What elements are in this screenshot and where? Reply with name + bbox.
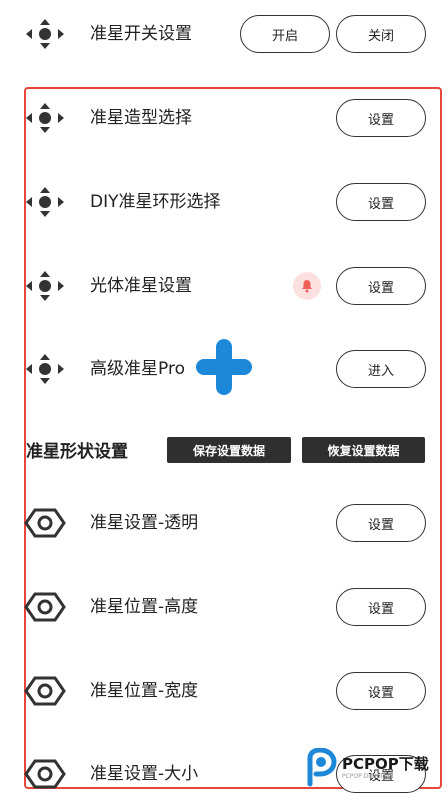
position-height-settings-button[interactable]: 设置 <box>336 588 426 626</box>
list-item: 准星位置-宽度 设置 <box>0 661 448 721</box>
advanced-crosshair-enter-button[interactable]: 进入 <box>336 350 426 388</box>
list-item: 准星造型选择 设置 <box>0 88 448 148</box>
watermark-sub: PCPOP Download <box>342 773 394 780</box>
crosshair-toggle-row: 准星开关设置 开启 关闭 <box>0 4 448 64</box>
transparency-settings-button[interactable]: 设置 <box>336 504 426 542</box>
move-arrows-icon <box>26 187 64 217</box>
light-crosshair-settings-button[interactable]: 设置 <box>336 267 426 305</box>
light-crosshair-label: 光体准星设置 <box>90 276 192 296</box>
save-settings-button[interactable]: 保存设置数据 <box>167 437 291 463</box>
crosshair-style-settings-button[interactable]: 设置 <box>336 99 426 137</box>
list-item: DIY准星环形选择 设置 <box>0 172 448 232</box>
list-item: 光体准星设置 设置 <box>0 256 448 316</box>
diy-ring-label: DIY准星环形选择 <box>90 192 221 212</box>
restore-settings-button[interactable]: 恢复设置数据 <box>302 437 425 463</box>
move-arrows-icon <box>26 354 64 384</box>
enable-button[interactable]: 开启 <box>240 15 330 53</box>
hex-nut-icon <box>24 592 66 622</box>
diy-ring-settings-button[interactable]: 设置 <box>336 183 426 221</box>
list-item: 准星设置-透明 设置 <box>0 493 448 553</box>
move-arrows-icon <box>26 103 64 133</box>
disable-button[interactable]: 关闭 <box>336 15 426 53</box>
bell-icon <box>302 280 312 293</box>
watermark: PCPOP下载 PCPOP Download <box>302 748 442 790</box>
advanced-crosshair-label: 高级准星Pro <box>90 359 185 379</box>
notification-badge[interactable] <box>293 272 321 300</box>
crosshair-toggle-label: 准星开关设置 <box>90 24 192 44</box>
move-arrows-icon <box>26 19 64 49</box>
hex-nut-icon <box>24 508 66 538</box>
position-width-settings-button[interactable]: 设置 <box>336 672 426 710</box>
position-height-label: 准星位置-高度 <box>90 597 199 617</box>
hex-nut-icon <box>24 759 66 789</box>
crosshair-style-label: 准星造型选择 <box>90 108 192 128</box>
watermark-brand: PCPOP下载 <box>342 755 429 773</box>
size-label: 准星设置-大小 <box>90 764 199 784</box>
list-item: 准星位置-高度 设置 <box>0 577 448 637</box>
move-arrows-icon <box>26 271 64 301</box>
plus-icon <box>196 339 252 395</box>
section-title: 准星形状设置 <box>26 442 128 462</box>
hex-nut-icon <box>24 676 66 706</box>
position-width-label: 准星位置-宽度 <box>90 681 199 701</box>
pcpop-logo-icon <box>307 748 337 787</box>
transparency-label: 准星设置-透明 <box>90 513 199 533</box>
